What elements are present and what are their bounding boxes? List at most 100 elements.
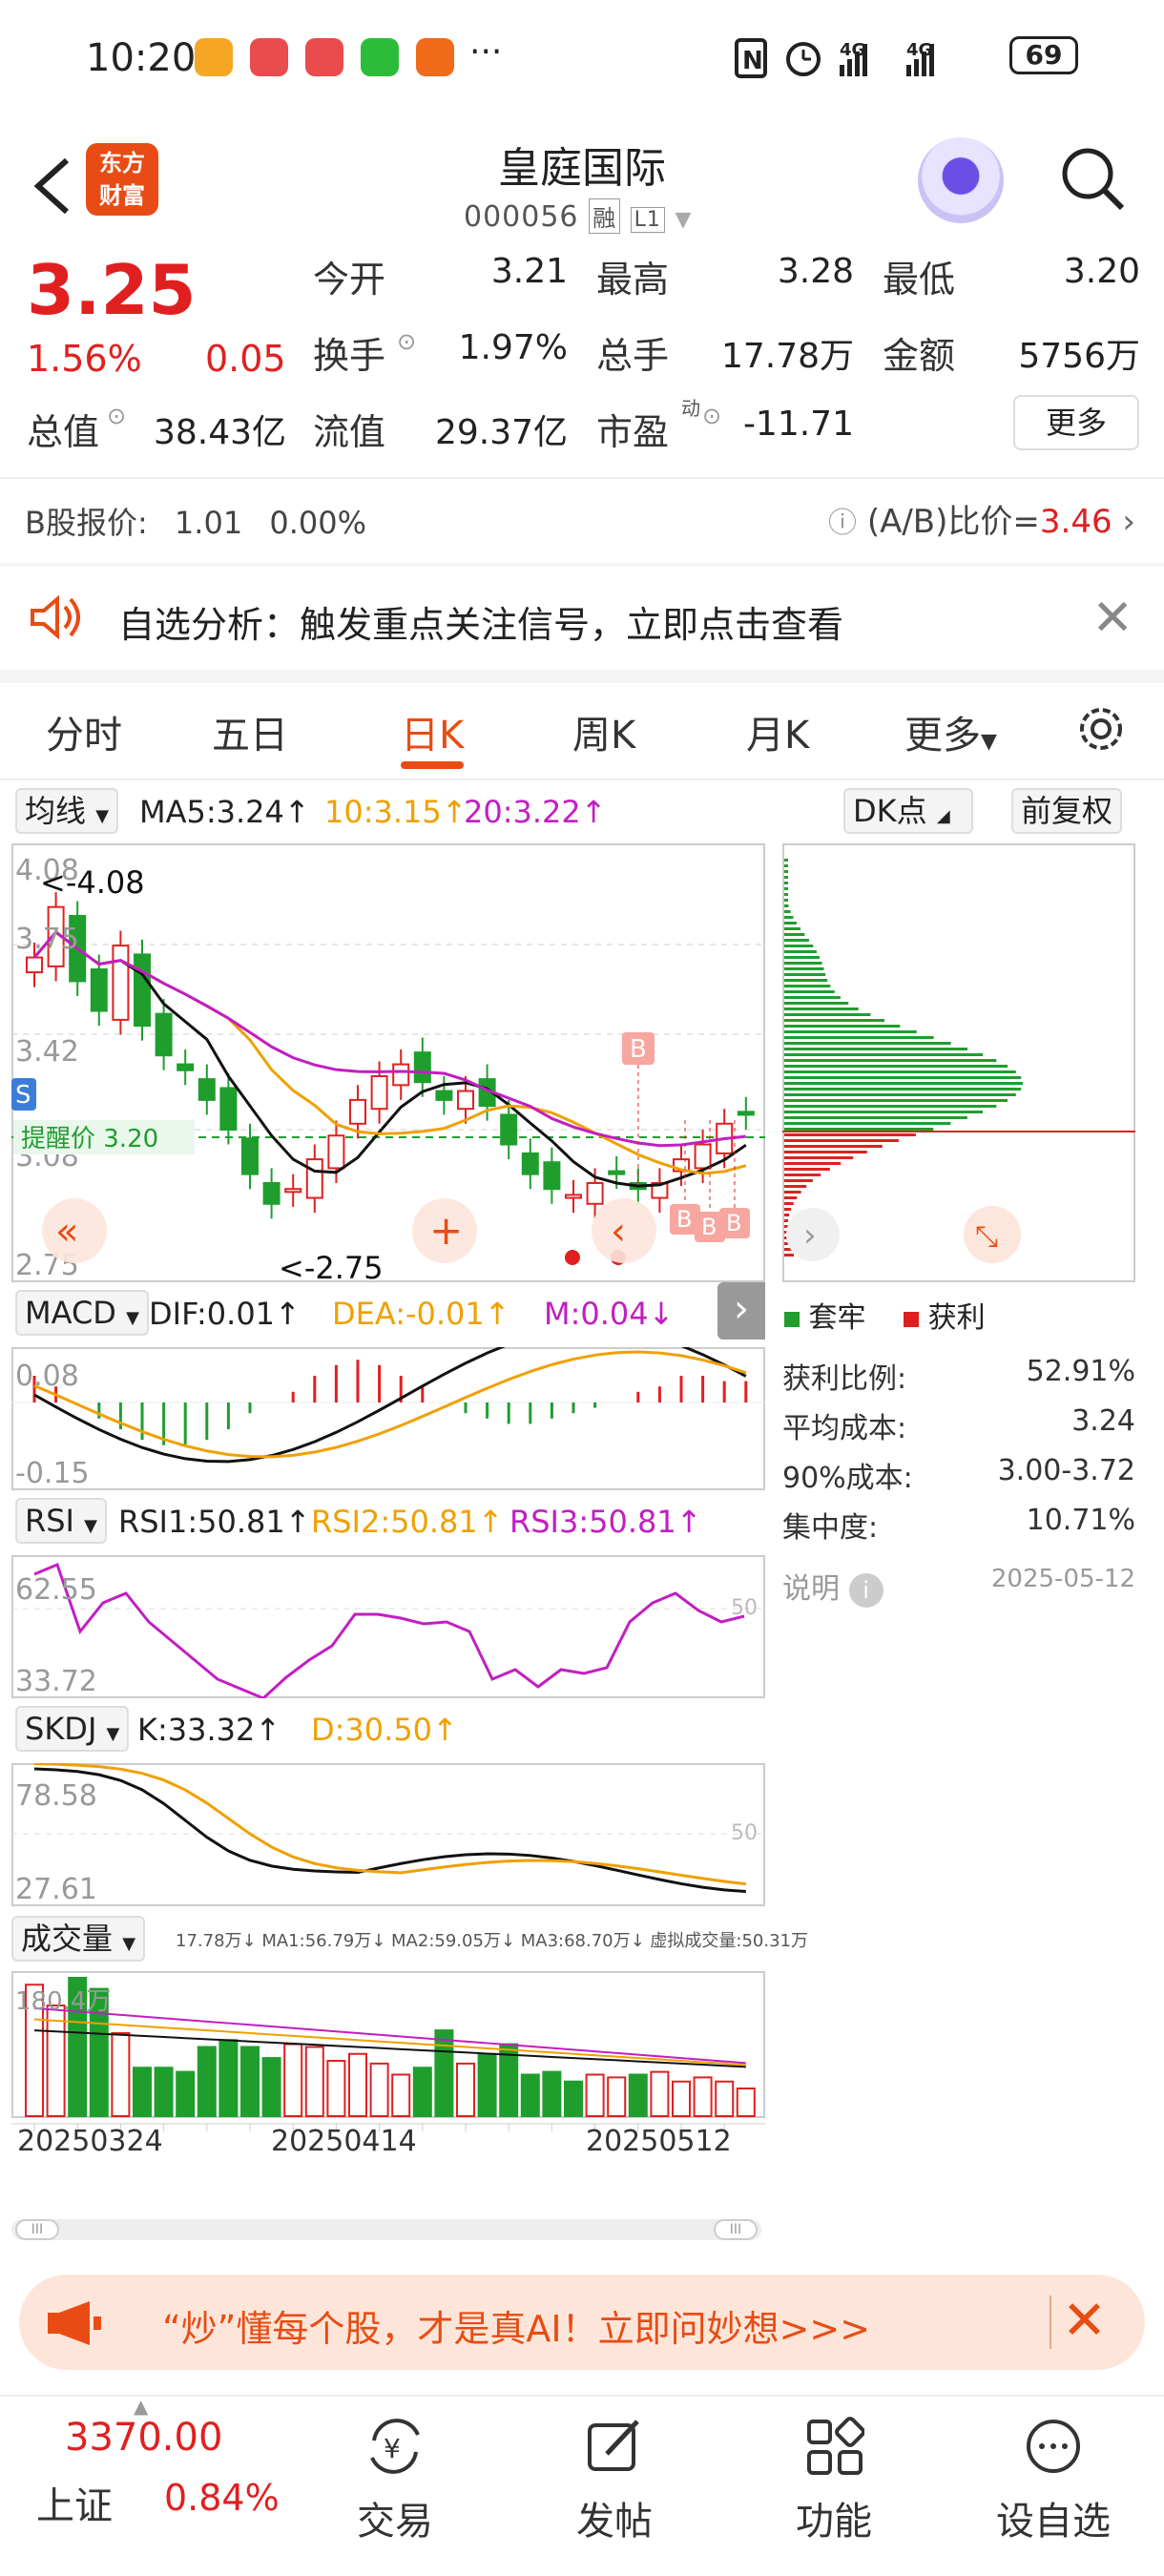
close-icon[interactable]: ✕ bbox=[1091, 590, 1133, 647]
chip-bar bbox=[784, 1116, 967, 1119]
chip-bar bbox=[784, 1048, 968, 1050]
volume-bar bbox=[133, 2067, 152, 2117]
tab-timeshare[interactable]: 分时 bbox=[46, 704, 122, 759]
ma20-label: 20:3.22↑ bbox=[464, 794, 607, 830]
help-icon[interactable]: ⓘ bbox=[828, 507, 857, 540]
range-handle-left[interactable]: III bbox=[15, 2219, 59, 2240]
stat-value: 3.00-3.72 bbox=[997, 1454, 1135, 1487]
dk-label: DK点 bbox=[853, 793, 927, 829]
nav-functions[interactable]: 功能 bbox=[758, 2416, 910, 2545]
date-label: 20250414 bbox=[271, 2125, 417, 2152]
caret-down-icon: ▼ bbox=[126, 1308, 139, 1328]
turnover-value: 1.97% bbox=[458, 328, 568, 367]
chart-range-scrollbar[interactable]: III III bbox=[11, 2219, 761, 2240]
divider bbox=[0, 477, 1164, 479]
tab-weekly-k[interactable]: 周K bbox=[572, 704, 635, 759]
range-handle-right[interactable]: III bbox=[714, 2219, 758, 2240]
tab-daily-k[interactable]: 日K bbox=[401, 704, 464, 759]
more-quote-button[interactable]: 更多 bbox=[1013, 395, 1139, 450]
expand-indicator-button[interactable]: › bbox=[717, 1282, 765, 1340]
chip-bar bbox=[784, 1145, 883, 1148]
date-label: 20250324 bbox=[17, 2125, 163, 2152]
info-icon[interactable]: ⊙ bbox=[702, 403, 721, 429]
stock-code-row[interactable]: 000056 融 L1 ▼ bbox=[464, 198, 692, 234]
alert-bar[interactable]: 自选分析：触发重点关注信号，立即点击查看 ✕ bbox=[0, 565, 1164, 670]
adjust-button[interactable]: 前复权 bbox=[1011, 788, 1123, 834]
candle-body bbox=[543, 1161, 561, 1191]
chip-bar bbox=[784, 1002, 849, 1005]
chip-bar bbox=[784, 1208, 792, 1211]
candle-body bbox=[284, 1188, 302, 1194]
b-share-row[interactable]: B股报价: 1.01 0.00% ⓘ (A/B)比价=3.46 › bbox=[0, 482, 1164, 558]
close-icon[interactable]: ✕ bbox=[1062, 2290, 1107, 2352]
app-notification-icon bbox=[195, 38, 233, 76]
speaker-icon bbox=[31, 594, 80, 640]
volume-y-top: 180.4万 bbox=[15, 1987, 111, 2016]
volume-bar bbox=[715, 2080, 735, 2117]
chip-bar bbox=[784, 1093, 1016, 1096]
d-label: D:30.50↑ bbox=[311, 1712, 458, 1748]
stat-label: 平均成本: bbox=[782, 1412, 907, 1445]
chip-bar bbox=[784, 893, 788, 896]
tab-more[interactable]: 更多▼ bbox=[904, 704, 997, 759]
search-button[interactable] bbox=[1059, 145, 1126, 212]
ab-ratio-label: (A/B)比价= bbox=[866, 503, 1040, 541]
stat-label: 90%成本: bbox=[782, 1462, 913, 1495]
volume-selector[interactable]: 成交量 ▼ bbox=[11, 1916, 146, 1962]
volume-bar bbox=[564, 2080, 583, 2117]
dk-point-button[interactable]: DK点 ◢ bbox=[843, 788, 973, 834]
index-pct: 0.84% bbox=[164, 2477, 280, 2519]
nav-trade[interactable]: ¥ 交易 bbox=[319, 2416, 471, 2545]
chip-bar bbox=[784, 1191, 801, 1194]
megaphone-icon bbox=[48, 2301, 101, 2345]
quote-panel: 3.25 1.56% 0.05 今开 3.21 最高 3.28 最低 3.20 … bbox=[0, 250, 1164, 469]
settings-gear-icon[interactable] bbox=[1072, 700, 1130, 758]
volume-bar bbox=[369, 2062, 389, 2117]
nav-add-watchlist[interactable]: 设自选 bbox=[977, 2416, 1130, 2545]
tab-five-day[interactable]: 五日 bbox=[212, 704, 288, 759]
level-badge: L1 bbox=[630, 207, 665, 233]
candle-body bbox=[26, 956, 43, 974]
skdj-chart[interactable]: 78.58 27.61 50 bbox=[11, 1763, 765, 1906]
skdj-selector[interactable]: SKDJ ▼ bbox=[15, 1706, 130, 1752]
info-icon[interactable]: ⊙ bbox=[107, 403, 126, 429]
chip-bar bbox=[784, 985, 831, 987]
chip-bar bbox=[784, 1133, 916, 1136]
ai-promo-banner[interactable]: “炒”懂每个股，才是真AI！立即问妙想>>> ✕ bbox=[19, 2275, 1145, 2370]
ma-selector[interactable]: 均线 ▼ bbox=[15, 788, 119, 834]
volume-chart[interactable]: 180.4万 20250324 20250414 20250512 bbox=[11, 1971, 765, 2152]
chip-bar bbox=[784, 1030, 917, 1033]
index-value: 3370.00 bbox=[65, 2416, 223, 2460]
chip-bar bbox=[784, 1162, 842, 1165]
kline-chart[interactable]: 4.08 3.75 3.42 3.08 2.75 <-4.08 <-2.75 提… bbox=[11, 843, 765, 1282]
ai-assistant-avatar[interactable] bbox=[918, 137, 1004, 223]
ma5-value: MA5:3.24 bbox=[139, 794, 284, 830]
rsi-selector[interactable]: RSI ▼ bbox=[15, 1498, 107, 1544]
divider bbox=[1050, 2296, 1051, 2349]
volume-bar bbox=[240, 2046, 260, 2117]
b-share-label: B股报价: 1.01 0.00% bbox=[25, 499, 366, 543]
y-axis-mid: 3.42 bbox=[15, 1035, 79, 1069]
info-icon[interactable]: ⊙ bbox=[397, 328, 416, 355]
signal-dot bbox=[565, 1250, 580, 1265]
candle-body bbox=[112, 945, 130, 1021]
chip-distribution-chart[interactable]: › ⤡ bbox=[782, 843, 1135, 1282]
chip-bar bbox=[784, 1099, 1008, 1102]
chip-bar bbox=[784, 1053, 984, 1056]
macd-selector[interactable]: MACD ▼ bbox=[15, 1290, 149, 1336]
volume-bar bbox=[628, 2073, 648, 2117]
candle-body bbox=[413, 1051, 431, 1084]
rsi-chart[interactable]: 62.55 33.72 50 bbox=[11, 1555, 765, 1698]
volume-bar bbox=[672, 2080, 691, 2117]
volume-bar bbox=[176, 2070, 196, 2117]
nav-post[interactable]: 发帖 bbox=[538, 2416, 691, 2545]
tab-more-label: 更多 bbox=[904, 714, 981, 758]
index-ticker[interactable]: 3370.00 上证 0.84% bbox=[19, 2399, 280, 2561]
chip-bar bbox=[784, 945, 814, 947]
macd-chart[interactable]: 0.08 -0.15 bbox=[11, 1347, 765, 1490]
volume-bar bbox=[348, 2052, 367, 2117]
chip-bar bbox=[784, 996, 841, 999]
tab-monthly-k[interactable]: 月K bbox=[746, 704, 809, 759]
candle-body bbox=[457, 1090, 474, 1111]
dif-label: DIF:0.01↑ bbox=[149, 1296, 301, 1332]
